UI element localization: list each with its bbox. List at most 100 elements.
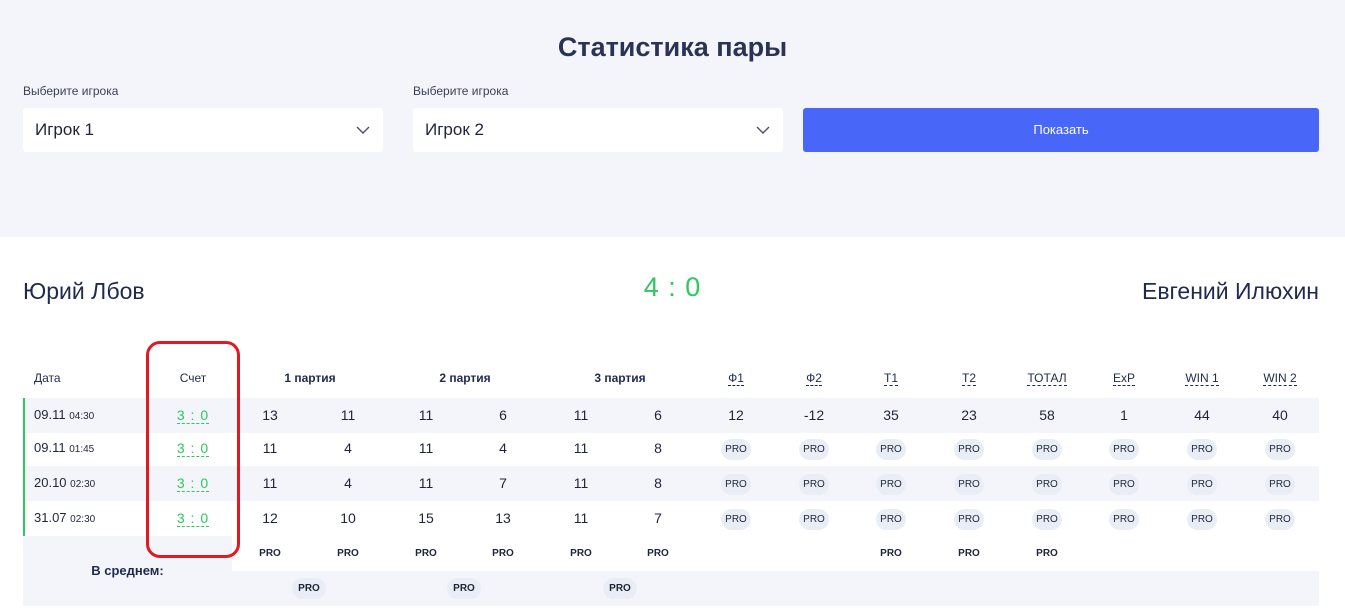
- cell-f2: -12: [803, 407, 825, 423]
- player1-label: Выберите игрока: [23, 84, 119, 98]
- average-pro-label[interactable]: PRO: [561, 536, 601, 571]
- average-pro-badge[interactable]: PRO: [603, 578, 637, 599]
- header-t1[interactable]: Т1: [861, 371, 921, 386]
- cell-t1: 35: [883, 407, 899, 423]
- average-row-1: PRO PRO PRO PRO PRO PRO PRO PRO PRO: [232, 536, 1319, 571]
- player1-select[interactable]: Игрок 1: [23, 108, 383, 152]
- pro-badge[interactable]: PRO: [1032, 473, 1062, 495]
- pro-badge[interactable]: PRO: [954, 508, 984, 530]
- average-pro-label[interactable]: PRO: [871, 536, 911, 571]
- cell-win2[interactable]: PRO: [1250, 466, 1310, 501]
- cell-t1[interactable]: PRO: [861, 466, 921, 501]
- cell-f1[interactable]: PRO: [706, 431, 766, 466]
- player2-select[interactable]: Игрок 2: [413, 108, 783, 152]
- pro-badge[interactable]: PRO: [799, 508, 829, 530]
- cell-f1[interactable]: PRO: [706, 501, 766, 536]
- average-pro-label[interactable]: PRO: [949, 536, 989, 571]
- pro-badge[interactable]: PRO: [1187, 508, 1217, 530]
- cell-s3a: 11: [573, 407, 589, 423]
- cell-f2[interactable]: PRO: [784, 501, 844, 536]
- show-button[interactable]: Показать: [803, 108, 1319, 152]
- page-title: Статистика пары: [557, 32, 788, 62]
- cell-s1a: 13: [262, 407, 278, 423]
- row-indicator: [23, 398, 25, 433]
- pro-badge[interactable]: PRO: [876, 508, 906, 530]
- cell-s3b: 6: [654, 407, 662, 423]
- cell-t2[interactable]: PRO: [939, 431, 999, 466]
- filter-panel: Статистика пары Выберите игрока Игрок 1 …: [0, 0, 1345, 237]
- pro-badge[interactable]: PRO: [1109, 508, 1139, 530]
- pro-badge[interactable]: PRO: [1109, 473, 1139, 495]
- header-set1: 1 партия: [284, 371, 336, 385]
- average-pro-badge[interactable]: PRO: [447, 578, 481, 599]
- score-column-highlight: [146, 341, 240, 558]
- header-exp[interactable]: ExP: [1094, 371, 1154, 386]
- header-set3: 3 партия: [594, 371, 646, 385]
- pro-badge[interactable]: PRO: [1109, 438, 1139, 460]
- row-indicator: [23, 466, 25, 501]
- header-total[interactable]: ТОТАЛ: [1017, 371, 1077, 386]
- cell-exp[interactable]: PRO: [1094, 466, 1154, 501]
- pro-badge[interactable]: PRO: [1032, 438, 1062, 460]
- cell-f1: 12: [728, 407, 744, 423]
- cell-total[interactable]: PRO: [1017, 466, 1077, 501]
- cell-total[interactable]: PRO: [1017, 501, 1077, 536]
- pro-badge[interactable]: PRO: [1187, 473, 1217, 495]
- pro-badge[interactable]: PRO: [954, 473, 984, 495]
- cell-s3b: 7: [654, 510, 662, 526]
- cell-s1b: 4: [344, 440, 352, 456]
- cell-exp[interactable]: PRO: [1094, 431, 1154, 466]
- average-pro-label[interactable]: PRO: [250, 536, 290, 571]
- cell-t2[interactable]: PRO: [939, 466, 999, 501]
- cell-win1[interactable]: PRO: [1172, 431, 1232, 466]
- cell-s2b: 4: [499, 440, 507, 456]
- cell-t1[interactable]: PRO: [861, 501, 921, 536]
- cell-f2[interactable]: PRO: [784, 466, 844, 501]
- average-pro-label[interactable]: PRO: [406, 536, 446, 571]
- pro-badge[interactable]: PRO: [721, 438, 751, 460]
- cell-exp[interactable]: PRO: [1094, 501, 1154, 536]
- cell-win1[interactable]: PRO: [1172, 501, 1232, 536]
- cell-win2[interactable]: PRO: [1250, 431, 1310, 466]
- cell-total[interactable]: PRO: [1017, 431, 1077, 466]
- header-win1[interactable]: WIN 1: [1172, 371, 1232, 386]
- average-pro-badge[interactable]: PRO: [292, 578, 326, 599]
- average-pro-label[interactable]: PRO: [638, 536, 678, 571]
- cell-s1b: 10: [340, 510, 356, 526]
- cell-f1[interactable]: PRO: [706, 466, 766, 501]
- cell-s3a: 11: [573, 475, 589, 491]
- row-date: 31.07 02:30: [34, 510, 96, 525]
- chevron-down-icon: [356, 126, 370, 134]
- cell-s2a: 11: [418, 475, 434, 491]
- pro-badge[interactable]: PRO: [1032, 508, 1062, 530]
- cell-win2[interactable]: PRO: [1250, 501, 1310, 536]
- header-t2[interactable]: Т2: [939, 371, 999, 386]
- cell-s1a: 12: [262, 510, 278, 526]
- header-date: Дата: [34, 371, 61, 385]
- cell-f2[interactable]: PRO: [784, 431, 844, 466]
- pro-badge[interactable]: PRO: [1265, 473, 1295, 495]
- pro-badge[interactable]: PRO: [1265, 508, 1295, 530]
- cell-t2: 23: [961, 407, 977, 423]
- header-f2[interactable]: Ф2: [784, 371, 844, 386]
- pro-badge[interactable]: PRO: [799, 473, 829, 495]
- average-pro-label[interactable]: PRO: [328, 536, 368, 571]
- pro-badge[interactable]: PRO: [799, 438, 829, 460]
- pro-badge[interactable]: PRO: [876, 473, 906, 495]
- pro-badge[interactable]: PRO: [721, 508, 751, 530]
- pro-badge[interactable]: PRO: [876, 438, 906, 460]
- cell-win1: 44: [1194, 407, 1210, 423]
- cell-win1[interactable]: PRO: [1172, 466, 1232, 501]
- pro-badge[interactable]: PRO: [1187, 438, 1217, 460]
- cell-t2[interactable]: PRO: [939, 501, 999, 536]
- pro-badge[interactable]: PRO: [1265, 438, 1295, 460]
- pro-badge[interactable]: PRO: [721, 473, 751, 495]
- average-pro-label[interactable]: PRO: [483, 536, 523, 571]
- pro-badge[interactable]: PRO: [954, 438, 984, 460]
- cell-t1[interactable]: PRO: [861, 431, 921, 466]
- header-win2[interactable]: WIN 2: [1250, 371, 1310, 386]
- cell-total: 58: [1039, 407, 1055, 423]
- average-pro-label[interactable]: PRO: [1027, 536, 1067, 571]
- header-f1[interactable]: Ф1: [706, 371, 766, 386]
- row-indicator: [23, 431, 25, 466]
